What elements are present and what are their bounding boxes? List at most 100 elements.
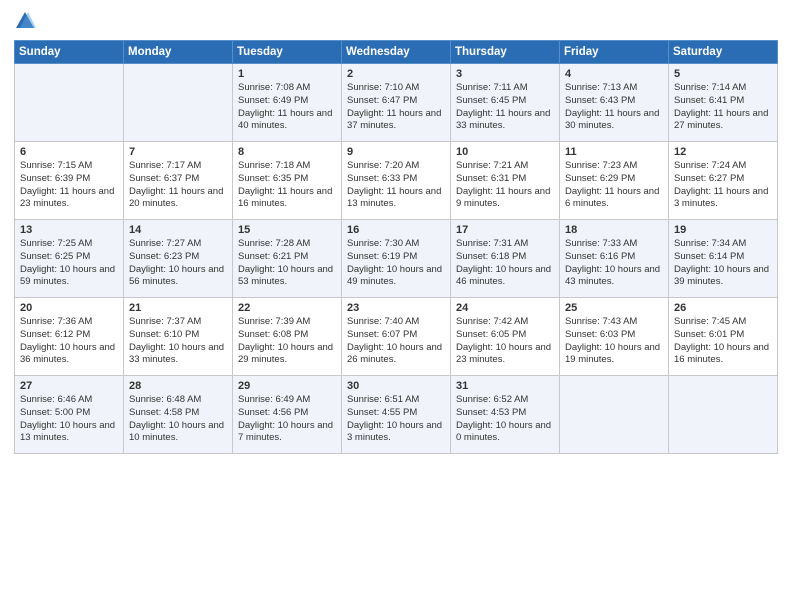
day-number: 20	[20, 302, 118, 314]
cell-info: Sunrise: 7:15 AM Sunset: 6:39 PM Dayligh…	[20, 160, 118, 211]
calendar-cell: 4Sunrise: 7:13 AM Sunset: 6:43 PM Daylig…	[560, 64, 669, 142]
cell-info: Sunrise: 7:11 AM Sunset: 6:45 PM Dayligh…	[456, 82, 554, 133]
cell-info: Sunrise: 7:30 AM Sunset: 6:19 PM Dayligh…	[347, 238, 445, 289]
cell-info: Sunrise: 6:46 AM Sunset: 5:00 PM Dayligh…	[20, 394, 118, 445]
calendar-cell: 12 Sunrise: 7:24 AM Sunset: 6:27 PM Dayli…	[669, 142, 778, 220]
cell-info: Sunrise: 7:24 AM Sunset: 6:27 PM Dayligh…	[674, 160, 772, 211]
cell-info: Sunrise: 7:39 AM Sunset: 6:08 PM Dayligh…	[238, 316, 336, 367]
calendar-cell: 28Sunrise: 6:48 AM Sunset: 4:58 PM Dayli…	[124, 376, 233, 454]
day-number: 30	[347, 380, 445, 392]
calendar-week-row: 1Sunrise: 7:08 AM Sunset: 6:49 PM Daylig…	[15, 64, 778, 142]
calendar-cell: 15 Sunrise: 7:28 AM Sunset: 6:21 PM Dayli…	[233, 220, 342, 298]
cell-info: Sunrise: 6:51 AM Sunset: 4:55 PM Dayligh…	[347, 394, 445, 445]
day-number: 21	[129, 302, 227, 314]
day-number: 23	[347, 302, 445, 314]
day-number: 7	[129, 146, 227, 158]
calendar-cell: 5 Sunrise: 7:14 AM Sunset: 6:41 PM Daylig…	[669, 64, 778, 142]
calendar-cell: 6 Sunrise: 7:15 AM Sunset: 6:39 PM Daylig…	[15, 142, 124, 220]
day-number: 27	[20, 380, 118, 392]
cell-info: Sunrise: 6:52 AM Sunset: 4:53 PM Dayligh…	[456, 394, 554, 445]
calendar-cell: 25Sunrise: 7:43 AM Sunset: 6:03 PM Dayli…	[560, 298, 669, 376]
day-number: 12	[674, 146, 772, 158]
calendar-cell	[560, 376, 669, 454]
calendar-cell: 7 Sunrise: 7:17 AM Sunset: 6:37 PM Daylig…	[124, 142, 233, 220]
day-number: 11	[565, 146, 663, 158]
weekday-header-friday: Friday	[560, 41, 669, 64]
cell-info: Sunrise: 7:31 AM Sunset: 6:18 PM Dayligh…	[456, 238, 554, 289]
day-number: 13	[20, 224, 118, 236]
calendar-cell: 21 Sunrise: 7:37 AM Sunset: 6:10 PM Dayli…	[124, 298, 233, 376]
day-number: 24	[456, 302, 554, 314]
calendar-cell: 24 Sunrise: 7:42 AM Sunset: 6:05 PM Dayli…	[451, 298, 560, 376]
calendar-header: SundayMondayTuesdayWednesdayThursdayFrid…	[15, 41, 778, 64]
calendar-week-row: 6 Sunrise: 7:15 AM Sunset: 6:39 PM Daylig…	[15, 142, 778, 220]
day-number: 3	[456, 68, 554, 80]
calendar-cell: 1Sunrise: 7:08 AM Sunset: 6:49 PM Daylig…	[233, 64, 342, 142]
cell-info: Sunrise: 7:08 AM Sunset: 6:49 PM Dayligh…	[238, 82, 336, 133]
calendar-cell: 14 Sunrise: 7:27 AM Sunset: 6:23 PM Dayli…	[124, 220, 233, 298]
logo-area	[14, 10, 40, 32]
day-number: 10	[456, 146, 554, 158]
cell-info: Sunrise: 7:42 AM Sunset: 6:05 PM Dayligh…	[456, 316, 554, 367]
day-number: 17	[456, 224, 554, 236]
day-number: 28	[129, 380, 227, 392]
calendar-cell: 17 Sunrise: 7:31 AM Sunset: 6:18 PM Dayli…	[451, 220, 560, 298]
calendar-body: 1Sunrise: 7:08 AM Sunset: 6:49 PM Daylig…	[15, 64, 778, 454]
weekday-header-tuesday: Tuesday	[233, 41, 342, 64]
cell-info: Sunrise: 7:25 AM Sunset: 6:25 PM Dayligh…	[20, 238, 118, 289]
cell-info: Sunrise: 7:27 AM Sunset: 6:23 PM Dayligh…	[129, 238, 227, 289]
weekday-header-monday: Monday	[124, 41, 233, 64]
calendar-table: SundayMondayTuesdayWednesdayThursdayFrid…	[14, 40, 778, 454]
cell-info: Sunrise: 7:21 AM Sunset: 6:31 PM Dayligh…	[456, 160, 554, 211]
weekday-header-saturday: Saturday	[669, 41, 778, 64]
weekday-header-row: SundayMondayTuesdayWednesdayThursdayFrid…	[15, 41, 778, 64]
day-number: 15	[238, 224, 336, 236]
day-number: 5	[674, 68, 772, 80]
calendar-cell: 9Sunrise: 7:20 AM Sunset: 6:33 PM Daylig…	[342, 142, 451, 220]
calendar-cell: 18Sunrise: 7:33 AM Sunset: 6:16 PM Dayli…	[560, 220, 669, 298]
day-number: 19	[674, 224, 772, 236]
cell-info: Sunrise: 7:10 AM Sunset: 6:47 PM Dayligh…	[347, 82, 445, 133]
weekday-header-wednesday: Wednesday	[342, 41, 451, 64]
calendar-cell: 22 Sunrise: 7:39 AM Sunset: 6:08 PM Dayli…	[233, 298, 342, 376]
calendar-cell: 30 Sunrise: 6:51 AM Sunset: 4:55 PM Dayli…	[342, 376, 451, 454]
cell-info: Sunrise: 7:18 AM Sunset: 6:35 PM Dayligh…	[238, 160, 336, 211]
calendar-cell	[15, 64, 124, 142]
cell-info: Sunrise: 7:23 AM Sunset: 6:29 PM Dayligh…	[565, 160, 663, 211]
calendar-cell: 31 Sunrise: 6:52 AM Sunset: 4:53 PM Dayli…	[451, 376, 560, 454]
cell-info: Sunrise: 7:13 AM Sunset: 6:43 PM Dayligh…	[565, 82, 663, 133]
calendar-cell	[669, 376, 778, 454]
calendar-cell: 11 Sunrise: 7:23 AM Sunset: 6:29 PM Dayli…	[560, 142, 669, 220]
day-number: 31	[456, 380, 554, 392]
day-number: 14	[129, 224, 227, 236]
cell-info: Sunrise: 7:14 AM Sunset: 6:41 PM Dayligh…	[674, 82, 772, 133]
cell-info: Sunrise: 7:20 AM Sunset: 6:33 PM Dayligh…	[347, 160, 445, 211]
cell-info: Sunrise: 6:49 AM Sunset: 4:56 PM Dayligh…	[238, 394, 336, 445]
cell-info: Sunrise: 7:36 AM Sunset: 6:12 PM Dayligh…	[20, 316, 118, 367]
cell-info: Sunrise: 7:45 AM Sunset: 6:01 PM Dayligh…	[674, 316, 772, 367]
day-number: 25	[565, 302, 663, 314]
calendar-week-row: 27 Sunrise: 6:46 AM Sunset: 5:00 PM Dayli…	[15, 376, 778, 454]
calendar-cell	[124, 64, 233, 142]
weekday-header-sunday: Sunday	[15, 41, 124, 64]
logo-icon	[14, 10, 36, 32]
calendar-week-row: 13 Sunrise: 7:25 AM Sunset: 6:25 PM Dayli…	[15, 220, 778, 298]
day-number: 2	[347, 68, 445, 80]
day-number: 16	[347, 224, 445, 236]
calendar-cell: 2 Sunrise: 7:10 AM Sunset: 6:47 PM Daylig…	[342, 64, 451, 142]
calendar-cell: 3 Sunrise: 7:11 AM Sunset: 6:45 PM Daylig…	[451, 64, 560, 142]
calendar-cell: 26Sunrise: 7:45 AM Sunset: 6:01 PM Dayli…	[669, 298, 778, 376]
cell-info: Sunrise: 7:33 AM Sunset: 6:16 PM Dayligh…	[565, 238, 663, 289]
day-number: 29	[238, 380, 336, 392]
day-number: 8	[238, 146, 336, 158]
day-number: 22	[238, 302, 336, 314]
cell-info: Sunrise: 7:17 AM Sunset: 6:37 PM Dayligh…	[129, 160, 227, 211]
cell-info: Sunrise: 7:37 AM Sunset: 6:10 PM Dayligh…	[129, 316, 227, 367]
cell-info: Sunrise: 7:28 AM Sunset: 6:21 PM Dayligh…	[238, 238, 336, 289]
cell-info: Sunrise: 7:34 AM Sunset: 6:14 PM Dayligh…	[674, 238, 772, 289]
calendar-cell: 8 Sunrise: 7:18 AM Sunset: 6:35 PM Daylig…	[233, 142, 342, 220]
calendar-cell: 23Sunrise: 7:40 AM Sunset: 6:07 PM Dayli…	[342, 298, 451, 376]
calendar-cell: 29 Sunrise: 6:49 AM Sunset: 4:56 PM Dayli…	[233, 376, 342, 454]
day-number: 6	[20, 146, 118, 158]
calendar-cell: 13 Sunrise: 7:25 AM Sunset: 6:25 PM Dayli…	[15, 220, 124, 298]
